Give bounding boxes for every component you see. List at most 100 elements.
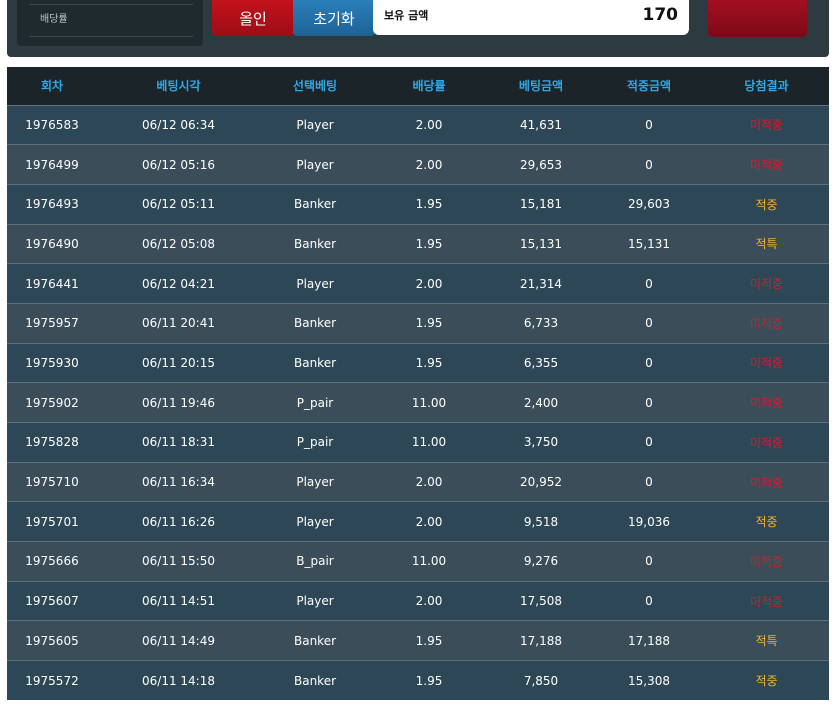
cell-odds: 2.00	[370, 461, 488, 502]
cell-bet-time: 06/11 20:41	[97, 302, 260, 344]
cell-bet-amount: 15,181	[488, 183, 594, 225]
cell-round: 1976441	[7, 263, 97, 304]
cell-result: 미적중	[704, 104, 829, 145]
cell-bet-time: 06/11 20:15	[97, 342, 260, 383]
column-header-bet-amount[interactable]: 베팅금액	[488, 67, 594, 105]
table-row[interactable]: 1975666 06/11 15:50 B_pair 11.00 9,276 0 미적중	[7, 541, 829, 582]
cell-bet-amount: 7,850	[488, 660, 594, 701]
cell-bet-time: 06/12 05:08	[97, 223, 260, 264]
cell-selection: Banker	[260, 342, 370, 383]
column-header-round[interactable]: 회차	[7, 67, 97, 105]
cell-round: 1975902	[7, 382, 97, 423]
table-row[interactable]: 1976583 06/12 06:34 Player 2.00 41,631 0 미적중	[7, 104, 829, 145]
cell-round: 1975701	[7, 501, 97, 542]
cell-win-amount: 0	[594, 580, 704, 621]
cell-round: 1976583	[7, 104, 97, 145]
balance-value: 170	[642, 5, 679, 25]
cell-result: 적중	[704, 660, 829, 701]
cell-result: 미적중	[704, 541, 829, 582]
balance-label: 보유 금액	[384, 9, 429, 22]
all-in-button[interactable]: 올인	[212, 0, 294, 36]
cell-round: 1976499	[7, 144, 97, 185]
cell-bet-amount: 29,653	[488, 144, 594, 185]
balance-field: 보유 금액 170	[373, 0, 689, 35]
cell-round: 1975710	[7, 461, 97, 502]
cell-result: 미적중	[704, 144, 829, 185]
table-row[interactable]: 1975902 06/11 19:46 P_pair 11.00 2,400 0 미적중	[7, 382, 829, 423]
cell-result: 미적중	[704, 422, 829, 463]
cell-round: 1975666	[7, 541, 97, 582]
cell-bet-amount: 6,355	[488, 342, 594, 383]
cell-odds: 1.95	[370, 620, 488, 661]
table-row[interactable]: 1975607 06/11 14:51 Player 2.00 17,508 0 미적중	[7, 580, 829, 621]
cell-bet-time: 06/11 16:26	[97, 501, 260, 542]
cell-bet-time: 06/12 05:16	[97, 144, 260, 185]
cell-result: 미적중	[704, 580, 829, 621]
table-row[interactable]: 1975710 06/11 16:34 Player 2.00 20,952 0 미적중	[7, 461, 829, 502]
column-header-bet-time[interactable]: 베팅시각	[97, 67, 260, 105]
cell-bet-amount: 6,733	[488, 302, 594, 344]
table-row[interactable]: 1975572 06/11 14:18 Banker 1.95 7,850 15,308 적…	[7, 660, 829, 701]
table-row[interactable]: 1976499 06/12 05:16 Player 2.00 29,653 0 미적중	[7, 144, 829, 185]
cell-win-amount: 0	[594, 382, 704, 423]
table-row[interactable]: 1975957 06/11 20:41 Banker 1.95 6,733 0 미적중	[7, 302, 829, 344]
table-row[interactable]: 1976493 06/12 05:11 Banker 1.95 15,181 29,603…	[7, 183, 829, 225]
cell-odds: 11.00	[370, 422, 488, 463]
betting-control-panel: 배당률 올인 초기화 보유 금액 170	[7, 0, 829, 57]
betting-history-table: 회차 베팅시각 선택베팅 배당률 베팅금액 적중금액 당첨결과 1976583 0…	[7, 67, 829, 701]
column-header-win-amount[interactable]: 적중금액	[594, 67, 704, 105]
cell-win-amount: 0	[594, 541, 704, 582]
cell-round: 1975607	[7, 580, 97, 621]
cell-bet-amount: 20,952	[488, 461, 594, 502]
cell-bet-amount: 41,631	[488, 104, 594, 145]
cell-odds: 1.95	[370, 342, 488, 383]
cell-round: 1976490	[7, 223, 97, 264]
cell-odds: 2.00	[370, 144, 488, 185]
cell-selection: Banker	[260, 660, 370, 701]
cell-bet-time: 06/11 18:31	[97, 422, 260, 463]
column-header-result[interactable]: 당첨결과	[704, 67, 829, 105]
cell-selection: Player	[260, 144, 370, 185]
cell-odds: 11.00	[370, 541, 488, 582]
table-row[interactable]: 1975605 06/11 14:49 Banker 1.95 17,188 17,188…	[7, 620, 829, 661]
cell-result: 적특	[704, 620, 829, 661]
cell-result: 미적중	[704, 342, 829, 383]
cell-result: 미적중	[704, 263, 829, 304]
cell-selection: Player	[260, 580, 370, 621]
cell-selection: P_pair	[260, 382, 370, 423]
cell-bet-time: 06/11 14:49	[97, 620, 260, 661]
odds-panel: 배당률	[17, 0, 203, 46]
table-row[interactable]: 1975701 06/11 16:26 Player 2.00 9,518 19,036 적…	[7, 501, 829, 542]
cell-odds: 1.95	[370, 660, 488, 701]
table-row[interactable]: 1976441 06/12 04:21 Player 2.00 21,314 0 미적중	[7, 263, 829, 304]
cell-bet-time: 06/11 16:34	[97, 461, 260, 502]
cell-result: 적중	[704, 183, 829, 225]
cell-win-amount: 0	[594, 144, 704, 185]
cell-bet-time: 06/12 05:11	[97, 183, 260, 225]
cell-win-amount: 17,188	[594, 620, 704, 661]
table-row[interactable]: 1975828 06/11 18:31 P_pair 11.00 3,750 0 미적중	[7, 422, 829, 463]
cell-selection: P_pair	[260, 422, 370, 463]
table-row[interactable]: 1975930 06/11 20:15 Banker 1.95 6,355 0 미적중	[7, 342, 829, 383]
cell-bet-amount: 15,131	[488, 223, 594, 264]
column-header-odds[interactable]: 배당률	[370, 67, 488, 105]
cell-odds: 2.00	[370, 501, 488, 542]
cell-selection: Banker	[260, 620, 370, 661]
cell-bet-time: 06/11 14:18	[97, 660, 260, 701]
cell-selection: Banker	[260, 302, 370, 344]
table-row[interactable]: 1976490 06/12 05:08 Banker 1.95 15,131 15,131…	[7, 223, 829, 264]
place-bet-button[interactable]	[708, 0, 807, 37]
cell-round: 1975572	[7, 660, 97, 701]
cell-bet-time: 06/11 14:51	[97, 580, 260, 621]
column-header-selection[interactable]: 선택베팅	[260, 67, 370, 105]
cell-bet-amount: 17,188	[488, 620, 594, 661]
cell-result: 미적중	[704, 461, 829, 502]
cell-result: 미적중	[704, 382, 829, 423]
cell-win-amount: 0	[594, 104, 704, 145]
cell-win-amount: 0	[594, 342, 704, 383]
reset-button[interactable]: 초기화	[293, 0, 375, 36]
cell-win-amount: 0	[594, 422, 704, 463]
cell-odds: 2.00	[370, 104, 488, 145]
cell-round: 1975930	[7, 342, 97, 383]
cell-odds: 2.00	[370, 580, 488, 621]
